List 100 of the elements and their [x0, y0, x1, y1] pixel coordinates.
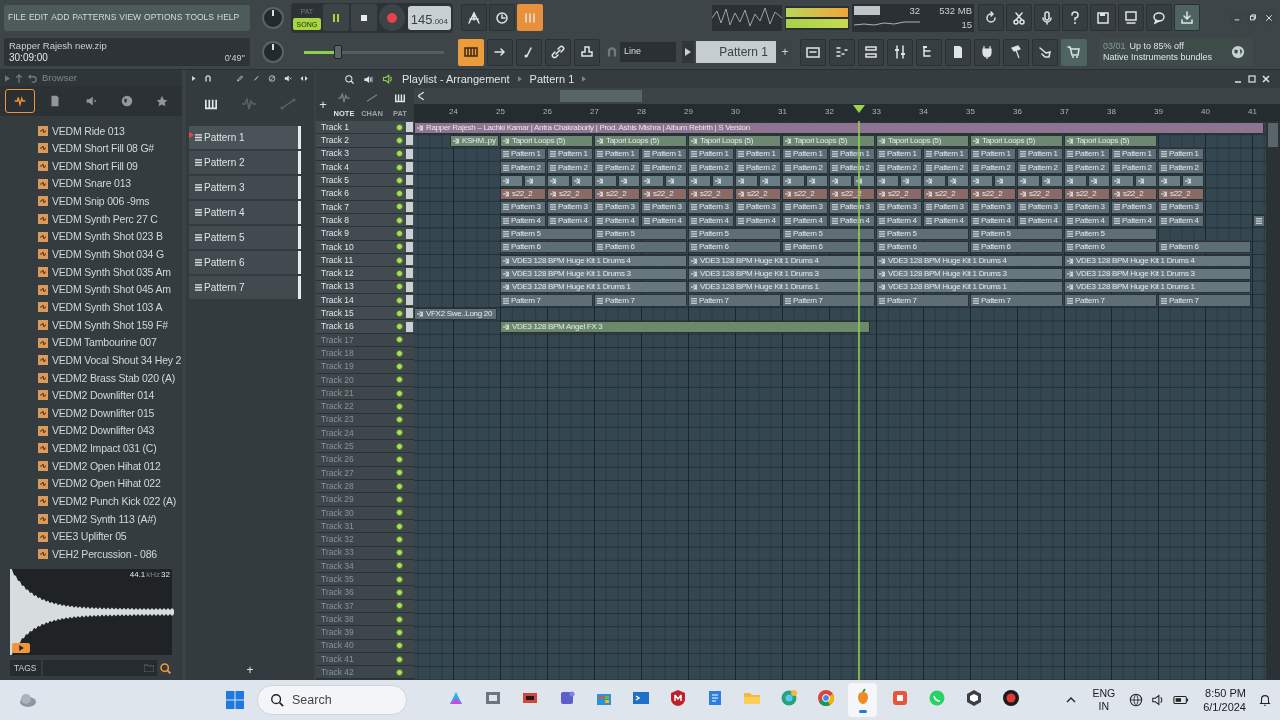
playlist-clip[interactable]: Pattern 6 [970, 241, 1063, 254]
playlist-clip[interactable]: Pattern 1 [1017, 148, 1063, 161]
playlist-clip[interactable]: Pattern 1 [500, 148, 546, 161]
menu-item[interactable]: EDIT [28, 13, 49, 22]
playlist-clip[interactable]: Pattern 1 [970, 148, 1016, 161]
browser-item[interactable]: VEDM Vocal Shout 34 Hey 2 [52, 354, 182, 366]
playlist-clip[interactable]: Pattern 2 [735, 161, 781, 174]
menu-item[interactable]: VIEW [119, 13, 142, 22]
playlist-clip[interactable]: Pattern 7 [1064, 294, 1157, 307]
playlist-clip[interactable]: Pattern 3 [782, 201, 828, 214]
playlist-clip[interactable]: Pattern 4 [500, 214, 546, 227]
playlist-clip[interactable]: Pattern 2 [970, 161, 1016, 174]
playlist-clip[interactable]: Pattern 3 [500, 201, 546, 214]
playlist-clip[interactable]: Pattern 5 [500, 227, 593, 241]
playlist-clip[interactable]: VDE3 128 BPM Huge Kit 1 Drums 3 [500, 267, 687, 281]
playlist-clip[interactable]: s22_2 [735, 188, 781, 201]
playlist-clip[interactable]: Tapori Loops (5) [500, 134, 593, 148]
playlist-clip[interactable]: Pattern 3 [1064, 201, 1110, 214]
playlist-clip[interactable]: VDE3 128 BPM Huge Kit 1 Drums 1 [1064, 281, 1251, 294]
playlist-clip[interactable]: Pattern 1 [782, 148, 828, 161]
playlist-clip[interactable]: VDE3 128 BPM Huge Kit 1 Drums 1 [876, 281, 1063, 294]
playlist-clip[interactable]: Pattern 1 [594, 148, 640, 161]
playlist-clip[interactable]: Pattern 4 [641, 214, 687, 227]
browser-item[interactable]: VEDM Synth Shot 045 Am [52, 284, 171, 295]
playlist-clip[interactable]: s22_2 [1111, 188, 1157, 201]
playlist-clip[interactable]: Pattern 4 [735, 214, 781, 227]
playlist-clip[interactable]: Pattern 4 [876, 214, 922, 227]
pattern-item[interactable]: Pattern 5 [189, 226, 301, 249]
language-indicator[interactable]: ENG IN [1092, 687, 1116, 713]
playlist-clip[interactable]: Pattern 2 [1158, 161, 1204, 174]
browser-item[interactable]: VEDM2 Downlifter 014 [52, 390, 155, 401]
playlist-clip[interactable]: Pattern 4 [594, 214, 640, 227]
menu-item[interactable]: TOOLS [185, 13, 215, 22]
playlist-clip[interactable]: Pattern 1 [1158, 148, 1204, 161]
playlist-clip[interactable]: Pattern 7 [876, 294, 969, 307]
playlist-clip[interactable]: Pattern 3 [923, 201, 969, 214]
playlist-clip[interactable]: Pattern 1 [641, 148, 687, 161]
browser-item[interactable]: VEE3 Uplifter 05 [52, 531, 127, 542]
playlist-clip[interactable]: Pattern 3 [594, 201, 640, 214]
pattern-selector[interactable]: Pattern 1 [696, 41, 776, 63]
playlist-clip[interactable]: Pattern 2 [829, 161, 875, 174]
pattern-item[interactable]: Pattern 7 [189, 276, 301, 299]
playlist-clip[interactable]: Pattern 2 [688, 161, 734, 174]
playlist-clip[interactable]: Tapori Loops (5) [876, 134, 969, 148]
pattern-item[interactable]: Pattern 4 [189, 201, 301, 224]
browser-item[interactable]: VEDM Short Fill 09 [52, 160, 138, 172]
playlist-clip[interactable]: Pattern 2 [923, 161, 969, 174]
playlist-clip[interactable]: Pattern 4 [829, 214, 875, 227]
playlist-clip[interactable]: KSHM..py [450, 134, 499, 148]
playlist-clip[interactable]: Pattern 3 [1111, 201, 1157, 214]
playlist-clip[interactable]: Pattern 7 [500, 294, 593, 307]
browser-item[interactable]: VEDM Synth Shot 034 G [52, 249, 164, 260]
news-panel[interactable]: 03/01 Up to 85% off Native Instruments bundles [1099, 38, 1253, 66]
playlist-clip[interactable]: Pattern 4 [970, 214, 1016, 227]
add-pattern-button[interactable]: + [186, 662, 314, 678]
playlist-clip[interactable]: Pattern 7 [594, 294, 687, 307]
pattern-item[interactable]: Pattern 6 [189, 251, 301, 274]
browser-item[interactable]: VEDM Tambourine 007 [52, 337, 157, 348]
playlist-clip[interactable]: Pattern 3 [970, 201, 1016, 214]
browser-item[interactable]: VEDM Synth Shot 023 B [52, 231, 163, 242]
playlist-clip[interactable]: VDE3 128 BPM Huge Kit 1 Drums 4 [876, 254, 1063, 267]
playlist-clip[interactable]: Pattern 1 [1111, 148, 1157, 161]
playlist-clip[interactable]: s22_2 [1158, 188, 1204, 201]
browser-item[interactable]: VEDM Synth Shot 159 F# [52, 319, 168, 331]
playlist-clip[interactable]: s22_2 [500, 188, 546, 201]
playlist-clip[interactable]: Pattern 1 [923, 148, 969, 161]
browser-item[interactable]: VEDM Ride 013 [52, 125, 125, 137]
playlist-clip[interactable]: s22_2 [1017, 188, 1063, 201]
search-field[interactable]: Search [257, 685, 407, 715]
playlist-clip[interactable]: Pattern 6 [500, 241, 593, 254]
playlist-clip[interactable]: Pattern 5 [1064, 227, 1157, 241]
browser-item[interactable]: VEH2 Percussion - 086 [52, 548, 157, 560]
browser-item[interactable]: VEDM Synth Shot 103 A [52, 301, 163, 313]
playlist-clip[interactable]: Pattern 3 [829, 201, 875, 214]
playlist-clip[interactable]: s22_2 [641, 188, 687, 201]
playlist-clip[interactable]: Pattern 6 [876, 241, 969, 254]
playlist-clip[interactable]: VDE3 128 BPM Huge Kit 1 Drums 3 [1064, 267, 1251, 281]
playlist-clip[interactable]: Pattern 3 [688, 201, 734, 214]
snap-dropdown[interactable]: Line [620, 42, 676, 62]
playlist-clip[interactable]: Pattern 2 [1017, 161, 1063, 174]
browser-item[interactable]: VEDM2 Downlifter 043 [52, 425, 155, 436]
playlist-clip[interactable]: Pattern 5 [876, 227, 969, 241]
playlist-clip[interactable]: Tapori Loops (5) [688, 134, 781, 148]
playlist-clip[interactable]: Pattern 7 [688, 294, 781, 307]
browser-item[interactable]: VEDM2 Open Hihat 012 [52, 460, 161, 472]
playlist-clip[interactable]: Pattern 6 [1158, 241, 1251, 254]
playlist-clip[interactable]: Pattern 7 [1158, 294, 1251, 307]
playlist-clip[interactable]: Pattern 1 [829, 148, 875, 161]
browser-item[interactable]: VEDM2 Open Hihat 022 [52, 478, 161, 489]
playlist-clip[interactable]: Pattern 1 [876, 148, 922, 161]
browser-item[interactable]: VEDM Snare 013 [52, 178, 131, 189]
playlist-clip[interactable]: Pattern 4 [547, 214, 593, 227]
playlist-clip[interactable]: VDE3 128 BPM Huge Kit 1 Drums 1 [500, 281, 687, 294]
menu-item[interactable]: FILE [8, 13, 26, 22]
playlist-clip[interactable]: Pattern 3 [1017, 201, 1063, 214]
playlist-clip[interactable]: Pattern 4 [1111, 214, 1157, 227]
playlist-clip[interactable]: Tapori Loops (5) [782, 134, 875, 148]
playlist-clip[interactable]: Tapori Loops (5) [594, 134, 687, 148]
playlist-clip[interactable]: VDE3 128 BPM Huge Kit 1 Drums 3 [688, 267, 875, 281]
playlist-clip[interactable]: Pattern 3 [876, 201, 922, 214]
